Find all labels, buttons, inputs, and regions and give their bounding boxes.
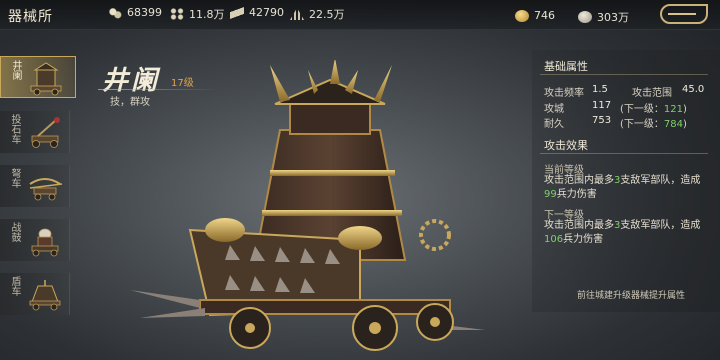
close-paren: ) [683,104,687,115]
upgrade-link[interactable]: 前往城建升级器械提升属性 [577,288,685,301]
war-drum-thumb-icon [31,228,59,257]
basic-attributes-title: 基础属性 [544,60,588,73]
sidebar-item-crossbow[interactable]: 弩车 [0,165,70,207]
next-level-desc: 攻击范围内最多3支敌军部队，造成 106兵力伤害 [544,219,714,247]
next-level-prefix: (下一级： [620,104,664,115]
siege-label: 攻城 [544,104,564,115]
sidebar-item-label: 投石车 [9,114,20,144]
attack-range-value: 45.0 [682,84,705,95]
close-paren: ) [683,119,687,130]
coin-balance[interactable]: 746 [515,9,555,22]
durability-next-level: (下一级：784) [620,115,687,130]
sidebar-item-label: 弩车 [9,168,20,188]
gem-balance[interactable]: 303万 [578,9,629,25]
desc-damage: 99 [544,189,557,200]
next-level-prefix: (下一级： [620,119,664,130]
siege-tower-illustration [130,60,485,351]
back-arrow-icon[interactable] [660,4,708,24]
coin-value: 746 [534,9,555,22]
catapult-thumb-icon [31,117,60,148]
resource-grain: 68399 [108,6,162,19]
stone-icon [290,8,304,20]
sidebar-item-label: 盾车 [9,276,20,296]
wood-icon [170,8,184,20]
attack-range-label: 攻击范围 [632,88,672,99]
siege-value: 117 [592,100,612,111]
top-bar: 器械所 68399 11.8万 42790 22.5万 746 303万 [0,0,720,30]
resource-stone: 22.5万 [290,6,345,22]
grain-value: 68399 [127,6,162,19]
gem-value: 303万 [597,11,629,24]
shield-cart-thumb-icon [29,280,61,311]
desc-text: 兵力伤害 [556,189,597,200]
resource-iron: 42790 [230,6,284,19]
gem-icon [578,11,592,23]
iron-icon [230,6,244,19]
desc-text: 攻击范围内最多 [544,175,614,186]
coin-icon [515,9,529,22]
current-level-desc: 攻击范围内最多3支敌军部队，造成 99兵力伤害 [544,174,714,202]
desc-text: 兵力伤害 [563,234,604,245]
sidebar-item-label: 战鼓 [9,222,20,242]
crossbow-thumb-icon [29,178,63,201]
attack-effect-title: 攻击效果 [544,139,588,152]
section-divider [540,153,708,154]
sidebar-item-shield-cart[interactable]: 盾车 [0,273,70,315]
desc-text: 支敌军部队，造成 [620,220,701,231]
grain-icon [108,6,122,19]
attack-frequency-value: 1.5 [592,84,608,95]
page-title: 器械所 [8,9,53,25]
siege-next-level: (下一级：121) [620,100,687,115]
desc-damage: 106 [544,234,564,245]
siege-next-value: 121 [663,104,683,115]
resource-wood: 11.8万 [170,6,225,22]
durability-label: 耐久 [544,119,564,130]
sidebar-item-catapult[interactable]: 投石车 [0,111,70,153]
siege-tower-thumb-icon [30,62,62,96]
sidebar-item-label: 井阑 [10,60,21,80]
iron-value: 42790 [249,6,284,19]
stone-value: 22.5万 [309,8,345,21]
desc-text: 攻击范围内最多 [544,220,614,231]
sidebar-item-war-drum[interactable]: 战鼓 [0,219,70,261]
durability-value: 753 [592,115,612,126]
sidebar-item-jinglan[interactable]: 井阑 [0,56,76,98]
section-divider [540,74,708,75]
desc-text: 支敌军部队，造成 [620,175,701,186]
attack-frequency-label: 攻击频率 [544,88,584,99]
durability-next-value: 784 [663,119,683,130]
wood-value: 11.8万 [189,8,225,21]
